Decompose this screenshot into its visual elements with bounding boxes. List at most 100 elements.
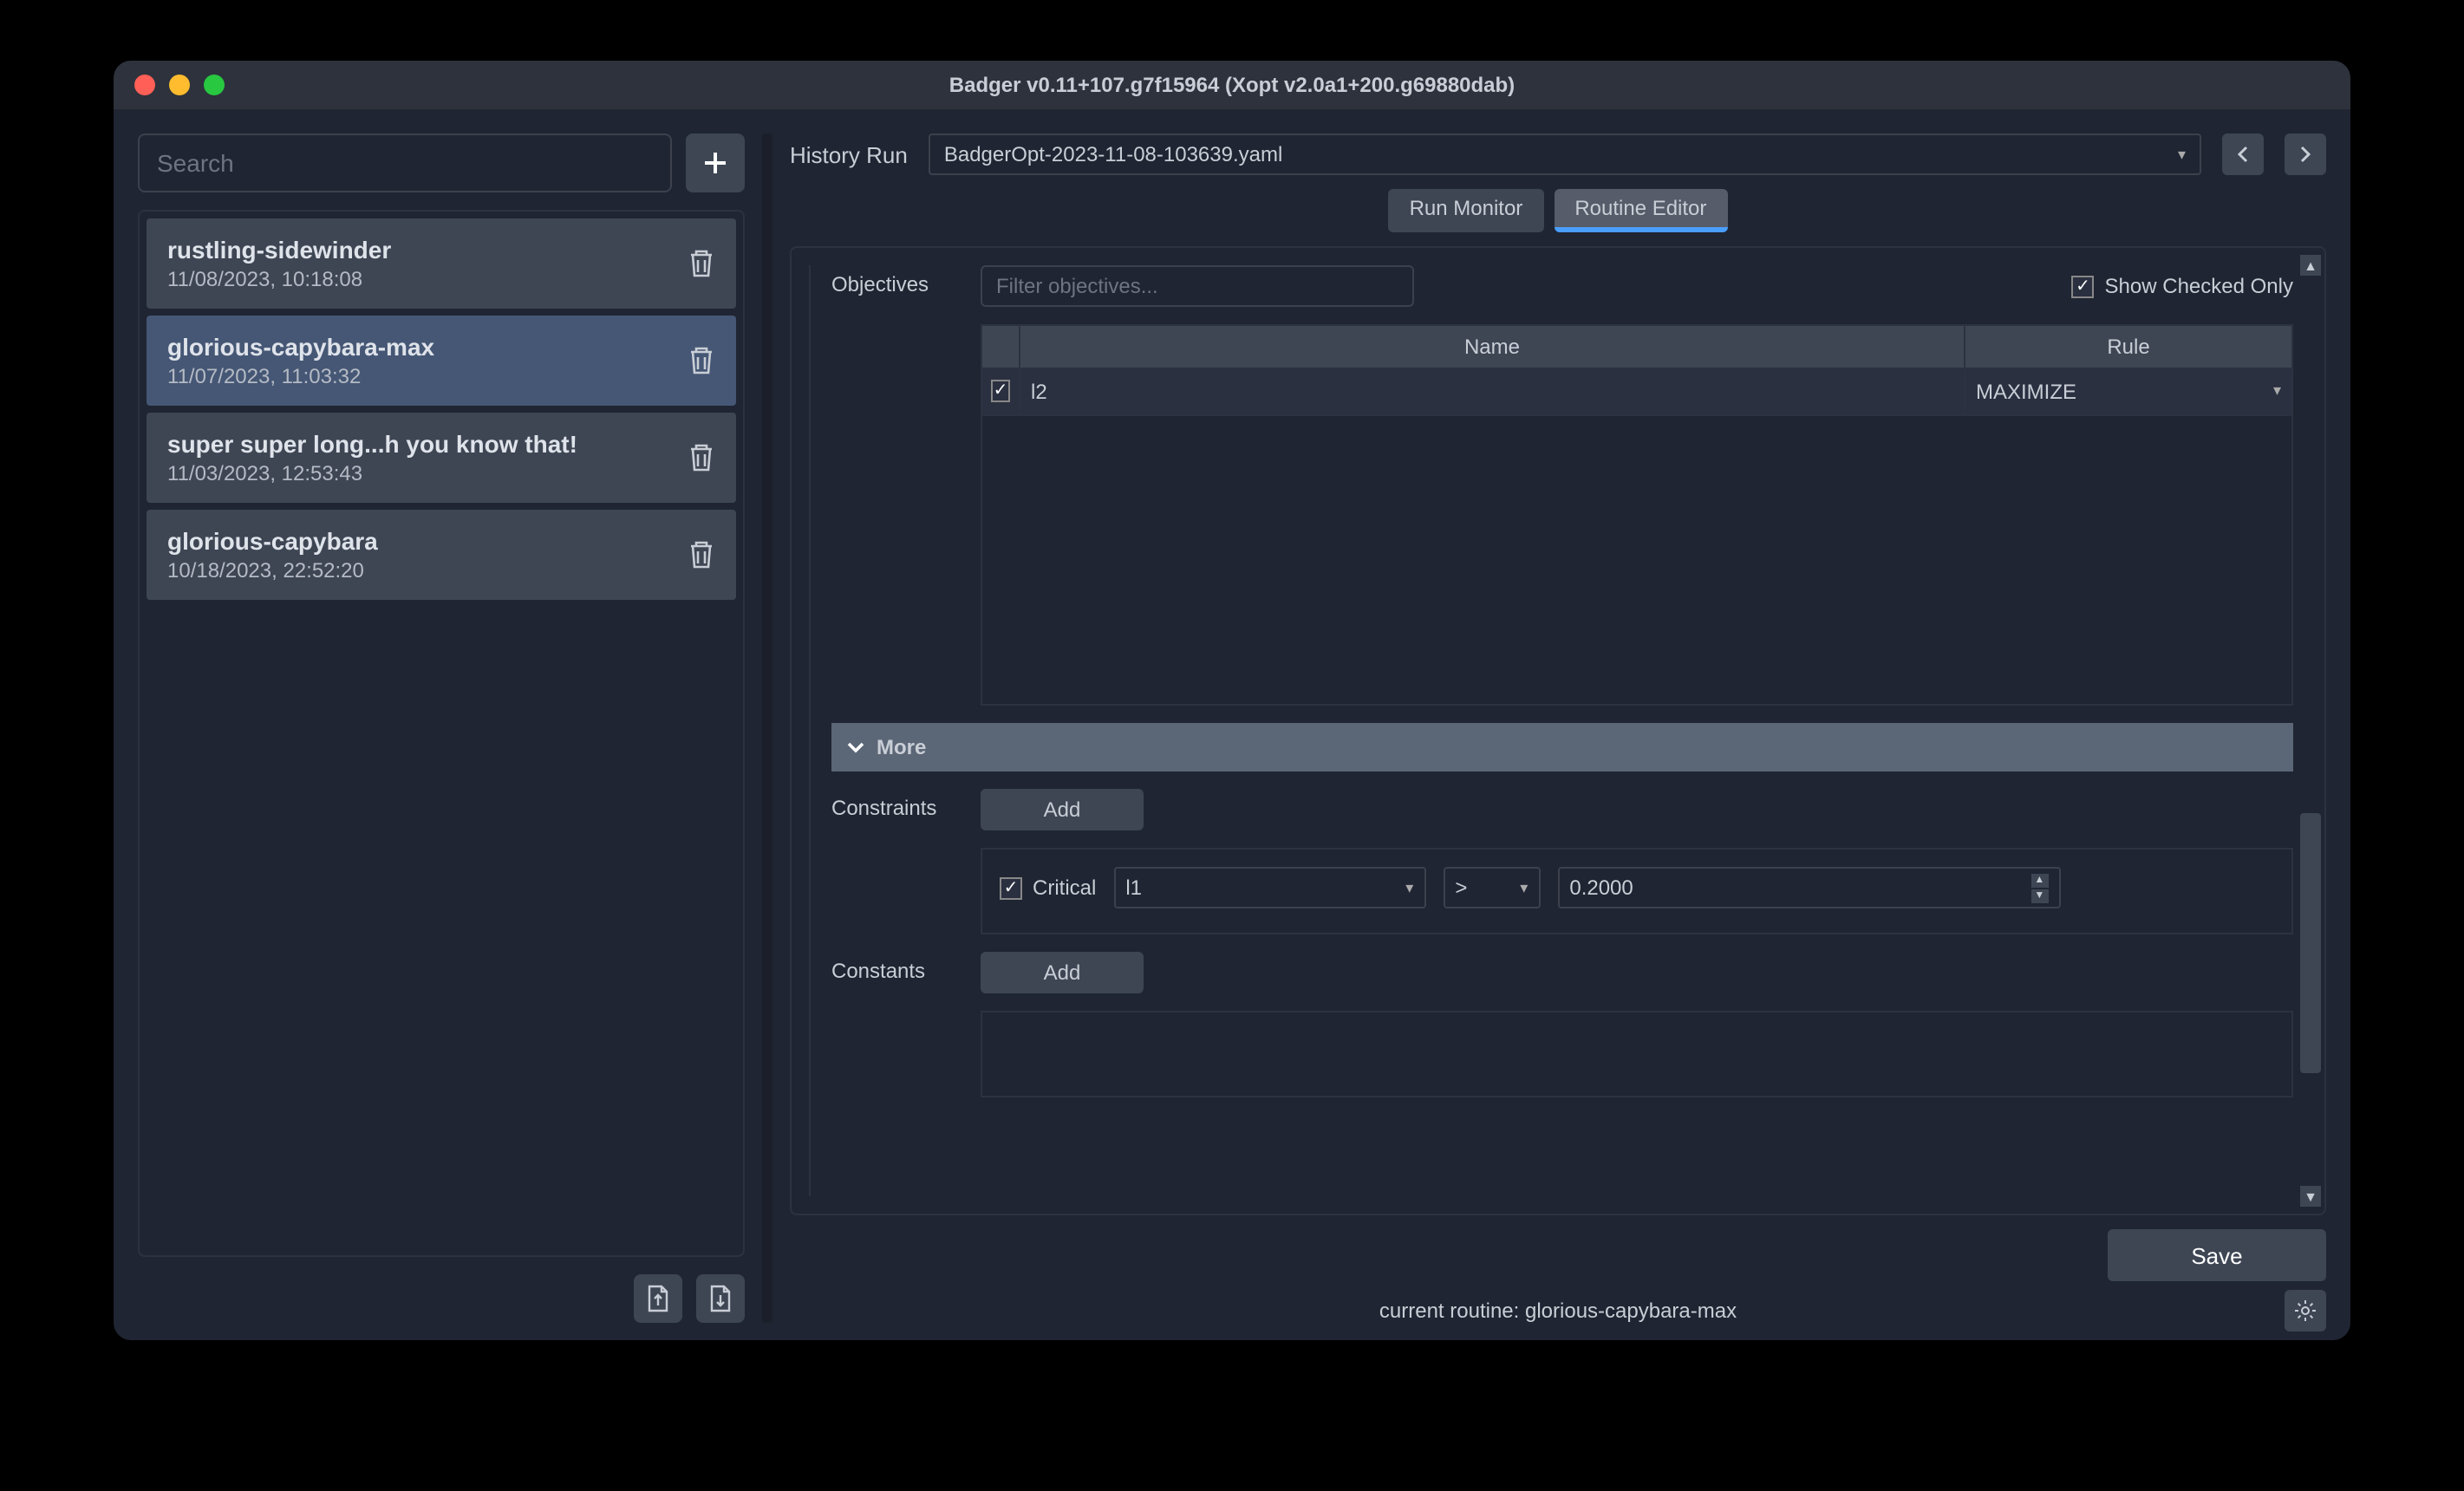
routine-name: super super long...h you know that! xyxy=(167,430,577,458)
maximize-window-icon[interactable] xyxy=(204,75,225,95)
row-name: l2 xyxy=(1020,368,1965,414)
file-export-icon xyxy=(646,1285,670,1312)
main-area: History Run BadgerOpt-2023-11-08-103639.… xyxy=(790,133,2326,1323)
more-toggle[interactable]: More xyxy=(831,723,2293,772)
spinner-down-icon[interactable]: ▼ xyxy=(2031,889,2048,902)
routine-item[interactable]: glorious-capybara-max 11/07/2023, 11:03:… xyxy=(147,316,736,406)
history-prev-button[interactable] xyxy=(2222,133,2264,175)
routine-list: rustling-sidewinder 11/08/2023, 10:18:08… xyxy=(138,210,745,1257)
gear-icon xyxy=(2293,1299,2317,1323)
trash-icon[interactable] xyxy=(688,248,715,279)
routine-name: rustling-sidewinder xyxy=(167,236,391,264)
chevron-down-icon: ▾ xyxy=(1405,878,1413,897)
scroll-track[interactable] xyxy=(2300,276,2321,1186)
table-header-name: Name xyxy=(1020,326,1965,368)
checkbox-icon xyxy=(1000,876,1022,899)
bottom-bar: current routine: glorious-capybara-max xyxy=(790,1299,2326,1323)
plus-icon xyxy=(703,151,727,175)
routine-date: 11/07/2023, 11:03:32 xyxy=(167,364,434,388)
trash-icon[interactable] xyxy=(688,442,715,473)
constraint-op-value: > xyxy=(1455,876,1467,900)
routine-date: 11/03/2023, 12:53:43 xyxy=(167,461,577,485)
trash-icon[interactable] xyxy=(688,539,715,570)
sidebar: rustling-sidewinder 11/08/2023, 10:18:08… xyxy=(138,133,745,1323)
routine-item[interactable]: glorious-capybara 10/18/2023, 22:52:20 xyxy=(147,510,736,600)
window-title: Badger v0.11+107.g7f15964 (Xopt v2.0a1+2… xyxy=(114,73,2350,97)
constraint-var-value: l1 xyxy=(1125,876,1142,900)
file-import-icon xyxy=(708,1285,733,1312)
table-header-rule: Rule xyxy=(1965,326,2291,368)
objectives-label: Objectives xyxy=(831,265,956,296)
objectives-table: Name Rule l2 MAXIMIZE ▾ xyxy=(981,324,2293,706)
close-window-icon[interactable] xyxy=(134,75,155,95)
chevron-down-icon xyxy=(845,737,866,758)
show-checked-only-checkbox[interactable]: Show Checked Only xyxy=(2072,274,2293,298)
row-checkbox[interactable] xyxy=(982,368,1020,414)
objectives-filter-input[interactable] xyxy=(981,265,1414,307)
constraint-op-select[interactable]: > ▾ xyxy=(1443,867,1540,908)
add-constraint-button[interactable]: Add xyxy=(981,789,1144,830)
current-routine-label: current routine: glorious-capybara-max xyxy=(1379,1299,1737,1323)
chevron-down-icon: ▾ xyxy=(2178,145,2186,164)
routine-date: 10/18/2023, 22:52:20 xyxy=(167,558,378,583)
settings-button[interactable] xyxy=(2285,1290,2326,1331)
caret-right-icon xyxy=(2298,146,2312,163)
show-checked-only-label: Show Checked Only xyxy=(2105,274,2293,298)
constants-section: Constants Add xyxy=(831,952,2293,993)
routine-item[interactable]: super super long...h you know that! 11/0… xyxy=(147,413,736,503)
history-run-label: History Run xyxy=(790,141,908,167)
routine-date: 11/08/2023, 10:18:08 xyxy=(167,267,391,291)
checkbox-icon xyxy=(2072,275,2095,297)
table-row[interactable]: l2 MAXIMIZE ▾ xyxy=(982,368,2291,416)
sidebar-bottom xyxy=(138,1274,745,1323)
import-button[interactable] xyxy=(696,1274,745,1323)
critical-label: Critical xyxy=(1033,876,1096,900)
constraint-var-select[interactable]: l1 ▾ xyxy=(1113,867,1425,908)
content: rustling-sidewinder 11/08/2023, 10:18:08… xyxy=(114,109,2350,1340)
tab-run-monitor[interactable]: Run Monitor xyxy=(1389,189,1544,232)
spinner-up-icon[interactable]: ▲ xyxy=(2031,873,2048,887)
history-run-value: BadgerOpt-2023-11-08-103639.yaml xyxy=(944,142,1282,166)
routine-item[interactable]: rustling-sidewinder 11/08/2023, 10:18:08 xyxy=(147,218,736,309)
pane-divider[interactable] xyxy=(762,133,772,1323)
history-run-select[interactable]: BadgerOpt-2023-11-08-103639.yaml ▾ xyxy=(929,133,2201,175)
tabs: Run Monitor Routine Editor xyxy=(790,189,2326,232)
editor-inner: Objectives Show Checked Only xyxy=(809,265,2293,1196)
spinner: ▲ ▼ xyxy=(2031,873,2048,902)
add-routine-button[interactable] xyxy=(686,133,745,192)
routine-name: glorious-capybara xyxy=(167,527,378,555)
constraint-value-input[interactable]: 0.2000 ▲ ▼ xyxy=(1557,867,2060,908)
chevron-down-icon: ▾ xyxy=(1520,878,1528,897)
sidebar-top xyxy=(138,133,745,192)
constraint-value: 0.2000 xyxy=(1569,876,1633,900)
constraint-row: Critical l1 ▾ > ▾ 0.2000 xyxy=(1000,867,2274,908)
save-row: Save xyxy=(790,1229,2326,1281)
row-rule-select[interactable]: MAXIMIZE ▾ xyxy=(1965,368,2291,414)
traffic-lights xyxy=(114,75,225,95)
app-window: Badger v0.11+107.g7f15964 (Xopt v2.0a1+2… xyxy=(114,61,2350,1340)
constants-box xyxy=(981,1011,2293,1097)
editor-panel: Objectives Show Checked Only xyxy=(790,246,2326,1215)
trash-icon[interactable] xyxy=(688,345,715,376)
table-header-checkbox xyxy=(982,326,1020,368)
scroll-thumb[interactable] xyxy=(2300,813,2321,1073)
objectives-section: Objectives Show Checked Only xyxy=(831,265,2293,307)
minimize-window-icon[interactable] xyxy=(169,75,190,95)
table-header: Name Rule xyxy=(982,326,2291,368)
scroll-up-icon[interactable]: ▲ xyxy=(2300,255,2321,276)
save-button[interactable]: Save xyxy=(2108,1229,2326,1281)
scroll-down-icon[interactable]: ▼ xyxy=(2300,1186,2321,1207)
tab-routine-editor[interactable]: Routine Editor xyxy=(1554,189,1727,232)
constraints-label: Constraints xyxy=(831,789,956,820)
constants-label: Constants xyxy=(831,952,956,983)
critical-checkbox[interactable]: Critical xyxy=(1000,876,1096,900)
search-input[interactable] xyxy=(138,133,672,192)
routine-name: glorious-capybara-max xyxy=(167,333,434,361)
add-constant-button[interactable]: Add xyxy=(981,952,1144,993)
constraints-section: Constraints Add xyxy=(831,789,2293,830)
scrollbar[interactable]: ▲ ▼ xyxy=(2300,255,2321,1207)
caret-left-icon xyxy=(2236,146,2250,163)
checkbox-icon xyxy=(992,380,1010,402)
export-button[interactable] xyxy=(634,1274,682,1323)
history-next-button[interactable] xyxy=(2285,133,2326,175)
